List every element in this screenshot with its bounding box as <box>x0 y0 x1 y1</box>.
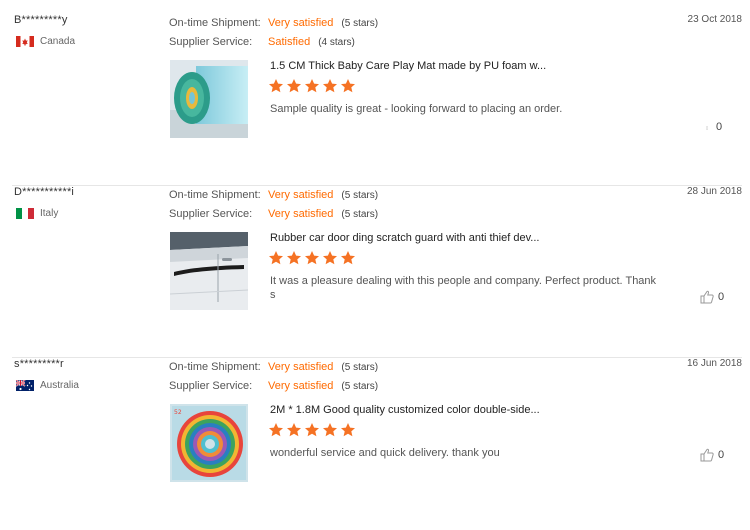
rolled-play-mat-image <box>170 60 248 138</box>
car-door-guard-image <box>170 232 248 310</box>
star-icon <box>341 423 355 437</box>
review-item: s*********r Australia On-time Shipment: … <box>0 358 750 530</box>
country-name: Italy <box>40 207 59 219</box>
italy-flag-icon <box>16 207 34 219</box>
shipment-rating: On-time Shipment: Very satisfied (5 star… <box>169 187 378 203</box>
review-comment: Sample quality is great - looking forwar… <box>270 103 563 115</box>
service-stars: (5 stars) <box>341 380 379 392</box>
star-icon <box>341 79 355 93</box>
shipment-value: Very satisfied <box>268 189 334 201</box>
like-button[interactable]: 0 <box>700 290 724 304</box>
country-name: Canada <box>40 35 76 47</box>
thumbs-up-icon <box>700 290 714 304</box>
product-title-link[interactable]: Rubber car door ding scratch guard with … <box>270 232 539 244</box>
service-label: Supplier Service: <box>169 208 253 220</box>
shipment-rating: On-time Shipment: Very satisfied (5 star… <box>169 359 378 375</box>
star-icon <box>287 251 301 265</box>
star-icon <box>341 251 355 265</box>
shipment-stars: (5 stars) <box>341 361 379 373</box>
service-stars: (5 stars) <box>341 208 379 220</box>
buyer-country: Canada <box>16 35 75 47</box>
star-icon <box>269 423 283 437</box>
buyer-name: B*********y <box>14 14 68 26</box>
service-label: Supplier Service: <box>169 36 253 48</box>
shipment-label: On-time Shipment: <box>169 189 261 201</box>
shipment-rating: On-time Shipment: Very satisfied (5 star… <box>169 15 378 31</box>
star-icon <box>323 423 337 437</box>
service-value: Very satisfied <box>268 208 334 220</box>
star-icon <box>269 79 283 93</box>
like-count: 0 <box>718 291 725 303</box>
colorful-mat-roll-image: 52 <box>170 404 248 482</box>
review-item: D***********i Italy On-time Shipment: Ve… <box>0 186 750 358</box>
canada-flag-icon <box>16 35 34 47</box>
review-date: 16 Jun 2018 <box>686 358 742 369</box>
like-count: 0 <box>718 449 725 461</box>
buyer-name: D***********i <box>14 186 75 198</box>
service-value: Satisfied <box>268 36 311 48</box>
service-rating: Supplier Service: Satisfied (4 stars) <box>169 34 355 50</box>
service-label: Supplier Service: <box>169 380 253 392</box>
product-thumbnail[interactable]: 52 <box>170 404 248 482</box>
star-icon <box>323 79 337 93</box>
buyer-country: Australia <box>16 379 79 391</box>
review-date: 23 Oct 2018 <box>687 14 742 25</box>
like-count: 0 <box>716 121 723 133</box>
buyer-country: Italy <box>16 207 58 219</box>
service-value: Very satisfied <box>268 380 334 392</box>
shipment-stars: (5 stars) <box>341 189 379 201</box>
star-rating <box>268 250 358 266</box>
star-rating <box>268 422 358 438</box>
product-title-link[interactable]: 1.5 CM Thick Baby Care Play Mat made by … <box>270 60 546 72</box>
australia-flag-icon <box>16 379 34 391</box>
star-icon <box>269 251 283 265</box>
review-item: B*********y Canada On-time Shipment: Ver… <box>0 14 750 186</box>
shipment-value: Very satisfied <box>268 17 334 29</box>
shipment-label: On-time Shipment: <box>169 361 261 373</box>
service-rating: Supplier Service: Very satisfied (5 star… <box>169 206 378 222</box>
svg-text:52: 52 <box>174 409 182 416</box>
like-button[interactable]: 0 <box>700 448 724 462</box>
shipment-stars: (5 stars) <box>341 17 379 29</box>
star-icon <box>305 251 319 265</box>
service-rating: Supplier Service: Very satisfied (5 star… <box>169 378 378 394</box>
like-button[interactable]: 0 <box>706 120 722 134</box>
thumbs-up-icon <box>700 448 714 462</box>
product-title-link[interactable]: 2M * 1.8M Good quality customized color … <box>270 404 540 416</box>
service-stars: (4 stars) <box>318 36 355 48</box>
review-date: 28 Jun 2018 <box>686 186 742 197</box>
star-rating <box>268 78 358 94</box>
buyer-name: s*********r <box>14 358 64 370</box>
star-icon <box>323 251 337 265</box>
star-icon <box>305 79 319 93</box>
product-thumbnail[interactable] <box>170 60 248 138</box>
star-icon <box>287 79 301 93</box>
review-comment: It was a pleasure dealing with this peop… <box>270 275 657 301</box>
shipment-value: Very satisfied <box>268 361 334 373</box>
shipment-label: On-time Shipment: <box>169 17 261 29</box>
star-icon <box>305 423 319 437</box>
country-name: Australia <box>40 379 79 391</box>
product-thumbnail[interactable] <box>170 232 248 310</box>
thumbs-up-icon <box>706 126 708 130</box>
review-comment: wonderful service and quick delivery. th… <box>270 447 500 459</box>
star-icon <box>287 423 301 437</box>
